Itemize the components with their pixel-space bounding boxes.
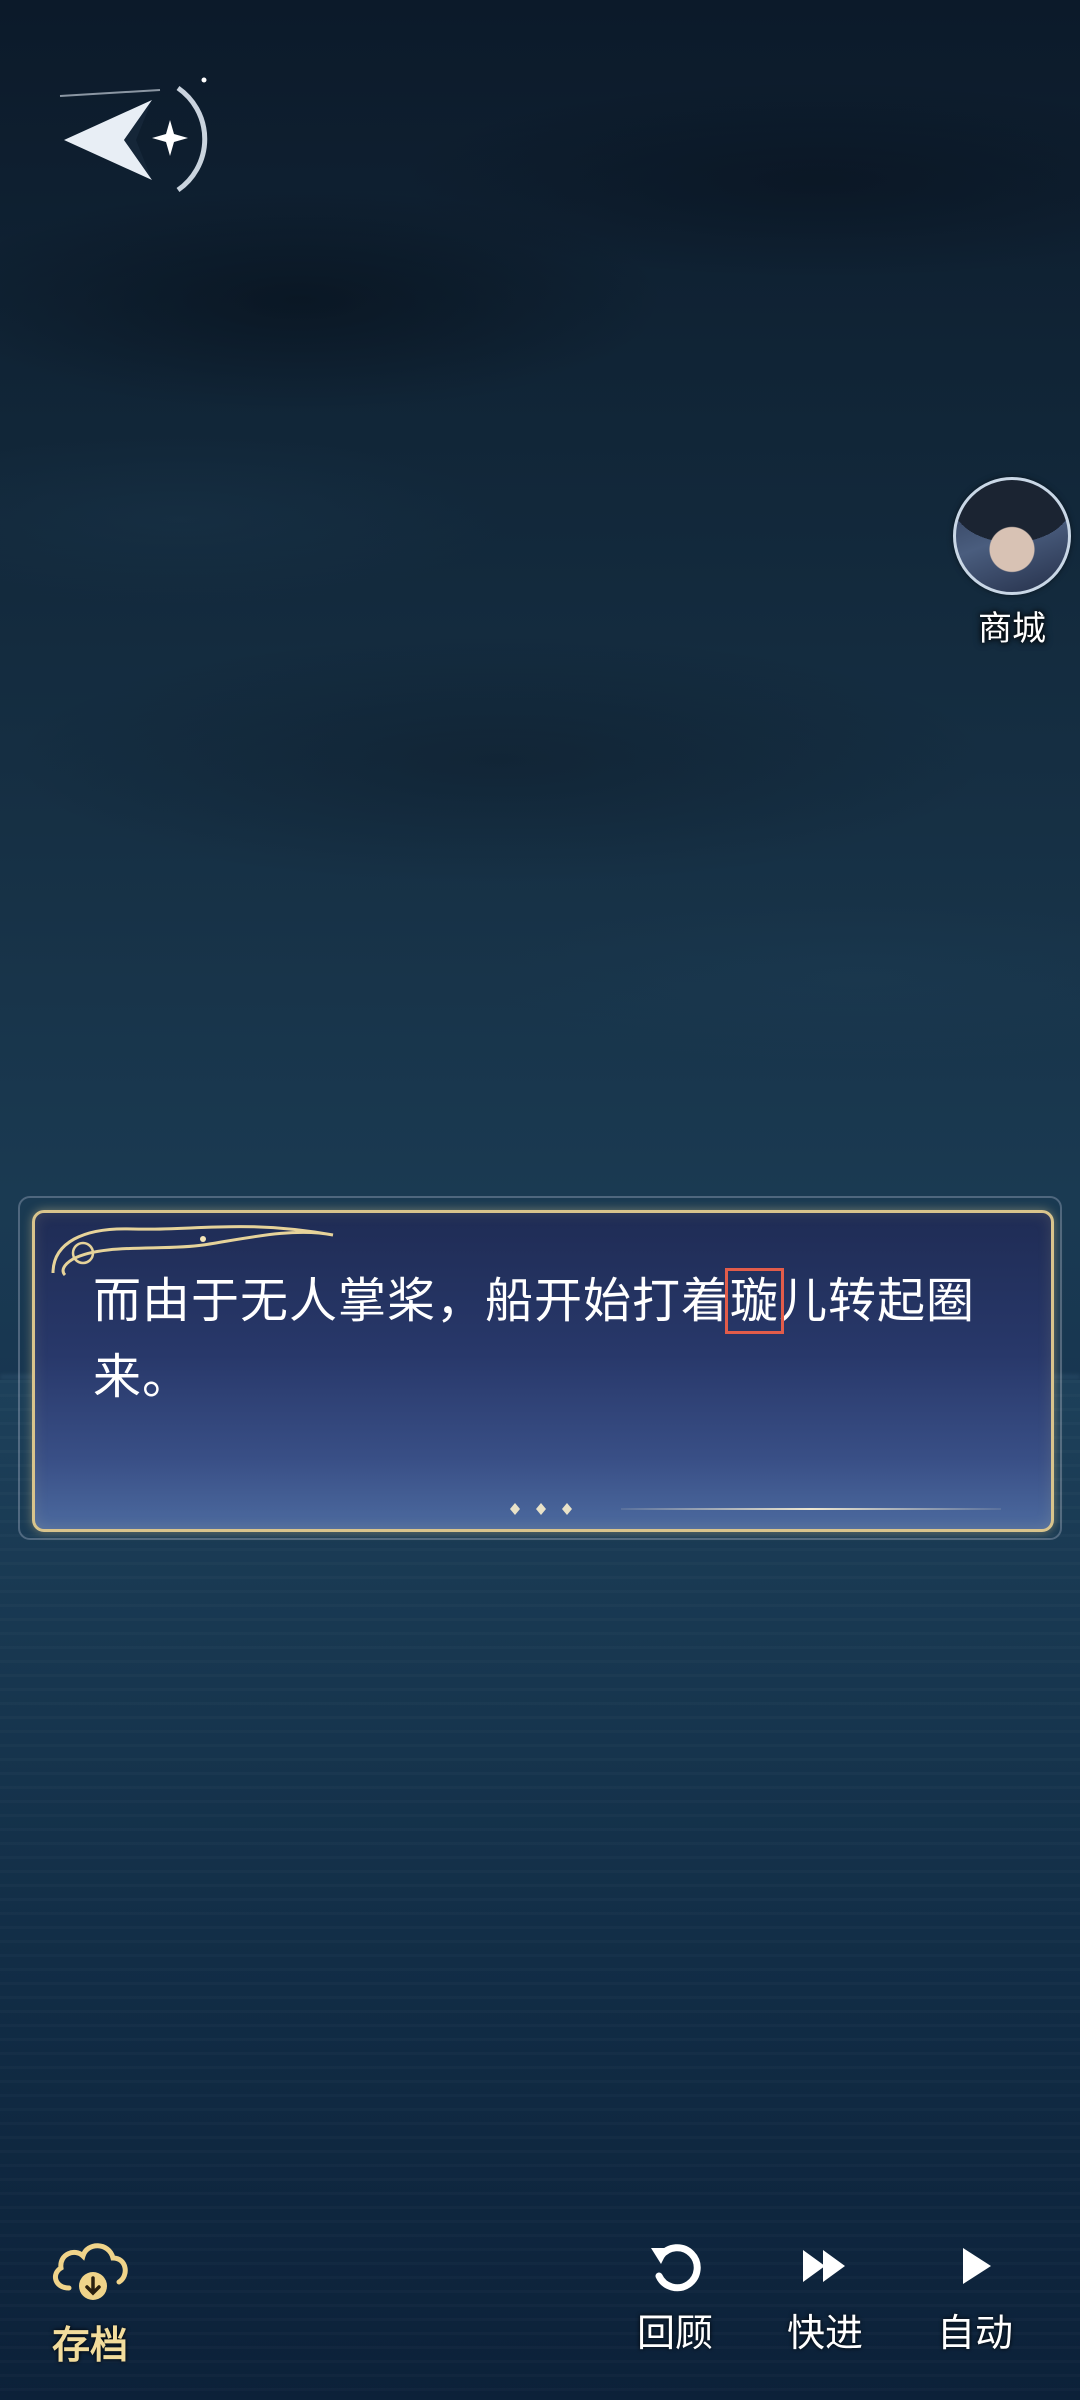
back-button[interactable] — [40, 60, 210, 210]
back-arrow-icon — [59, 77, 208, 193]
fast-forward-icon — [803, 2250, 845, 2282]
review-label: 回顾 — [636, 2311, 713, 2355]
auto-button[interactable]: 自动 — [930, 2234, 1020, 2357]
shop-button[interactable]: 商城 — [952, 477, 1072, 650]
fast-forward-label: 快进 — [786, 2311, 863, 2355]
character-avatar — [953, 477, 1071, 595]
save-button[interactable]: 存档 — [44, 2230, 136, 2369]
fast-forward-button[interactable]: 快进 — [780, 2234, 870, 2357]
dialogue-text: 而由于无人掌桨，船开始打着璇儿转起圈来。 — [93, 1268, 976, 1405]
dialogue-box[interactable]: 而由于无人掌桨，船开始打着璇儿转起圈来。 — [32, 1210, 1054, 1532]
play-icon — [963, 2248, 991, 2284]
rewind-icon — [651, 2244, 701, 2292]
review-button[interactable]: 回顾 — [630, 2234, 720, 2357]
highlighted-character: 璇 — [725, 1268, 785, 1334]
auto-label: 自动 — [936, 2311, 1013, 2355]
shop-label: 商城 — [978, 609, 1046, 649]
decorative-line — [621, 1508, 1001, 1510]
save-label: 存档 — [51, 2323, 128, 2367]
diamond-ornaments — [510, 1503, 572, 1515]
cloud-download-icon — [52, 2243, 128, 2300]
